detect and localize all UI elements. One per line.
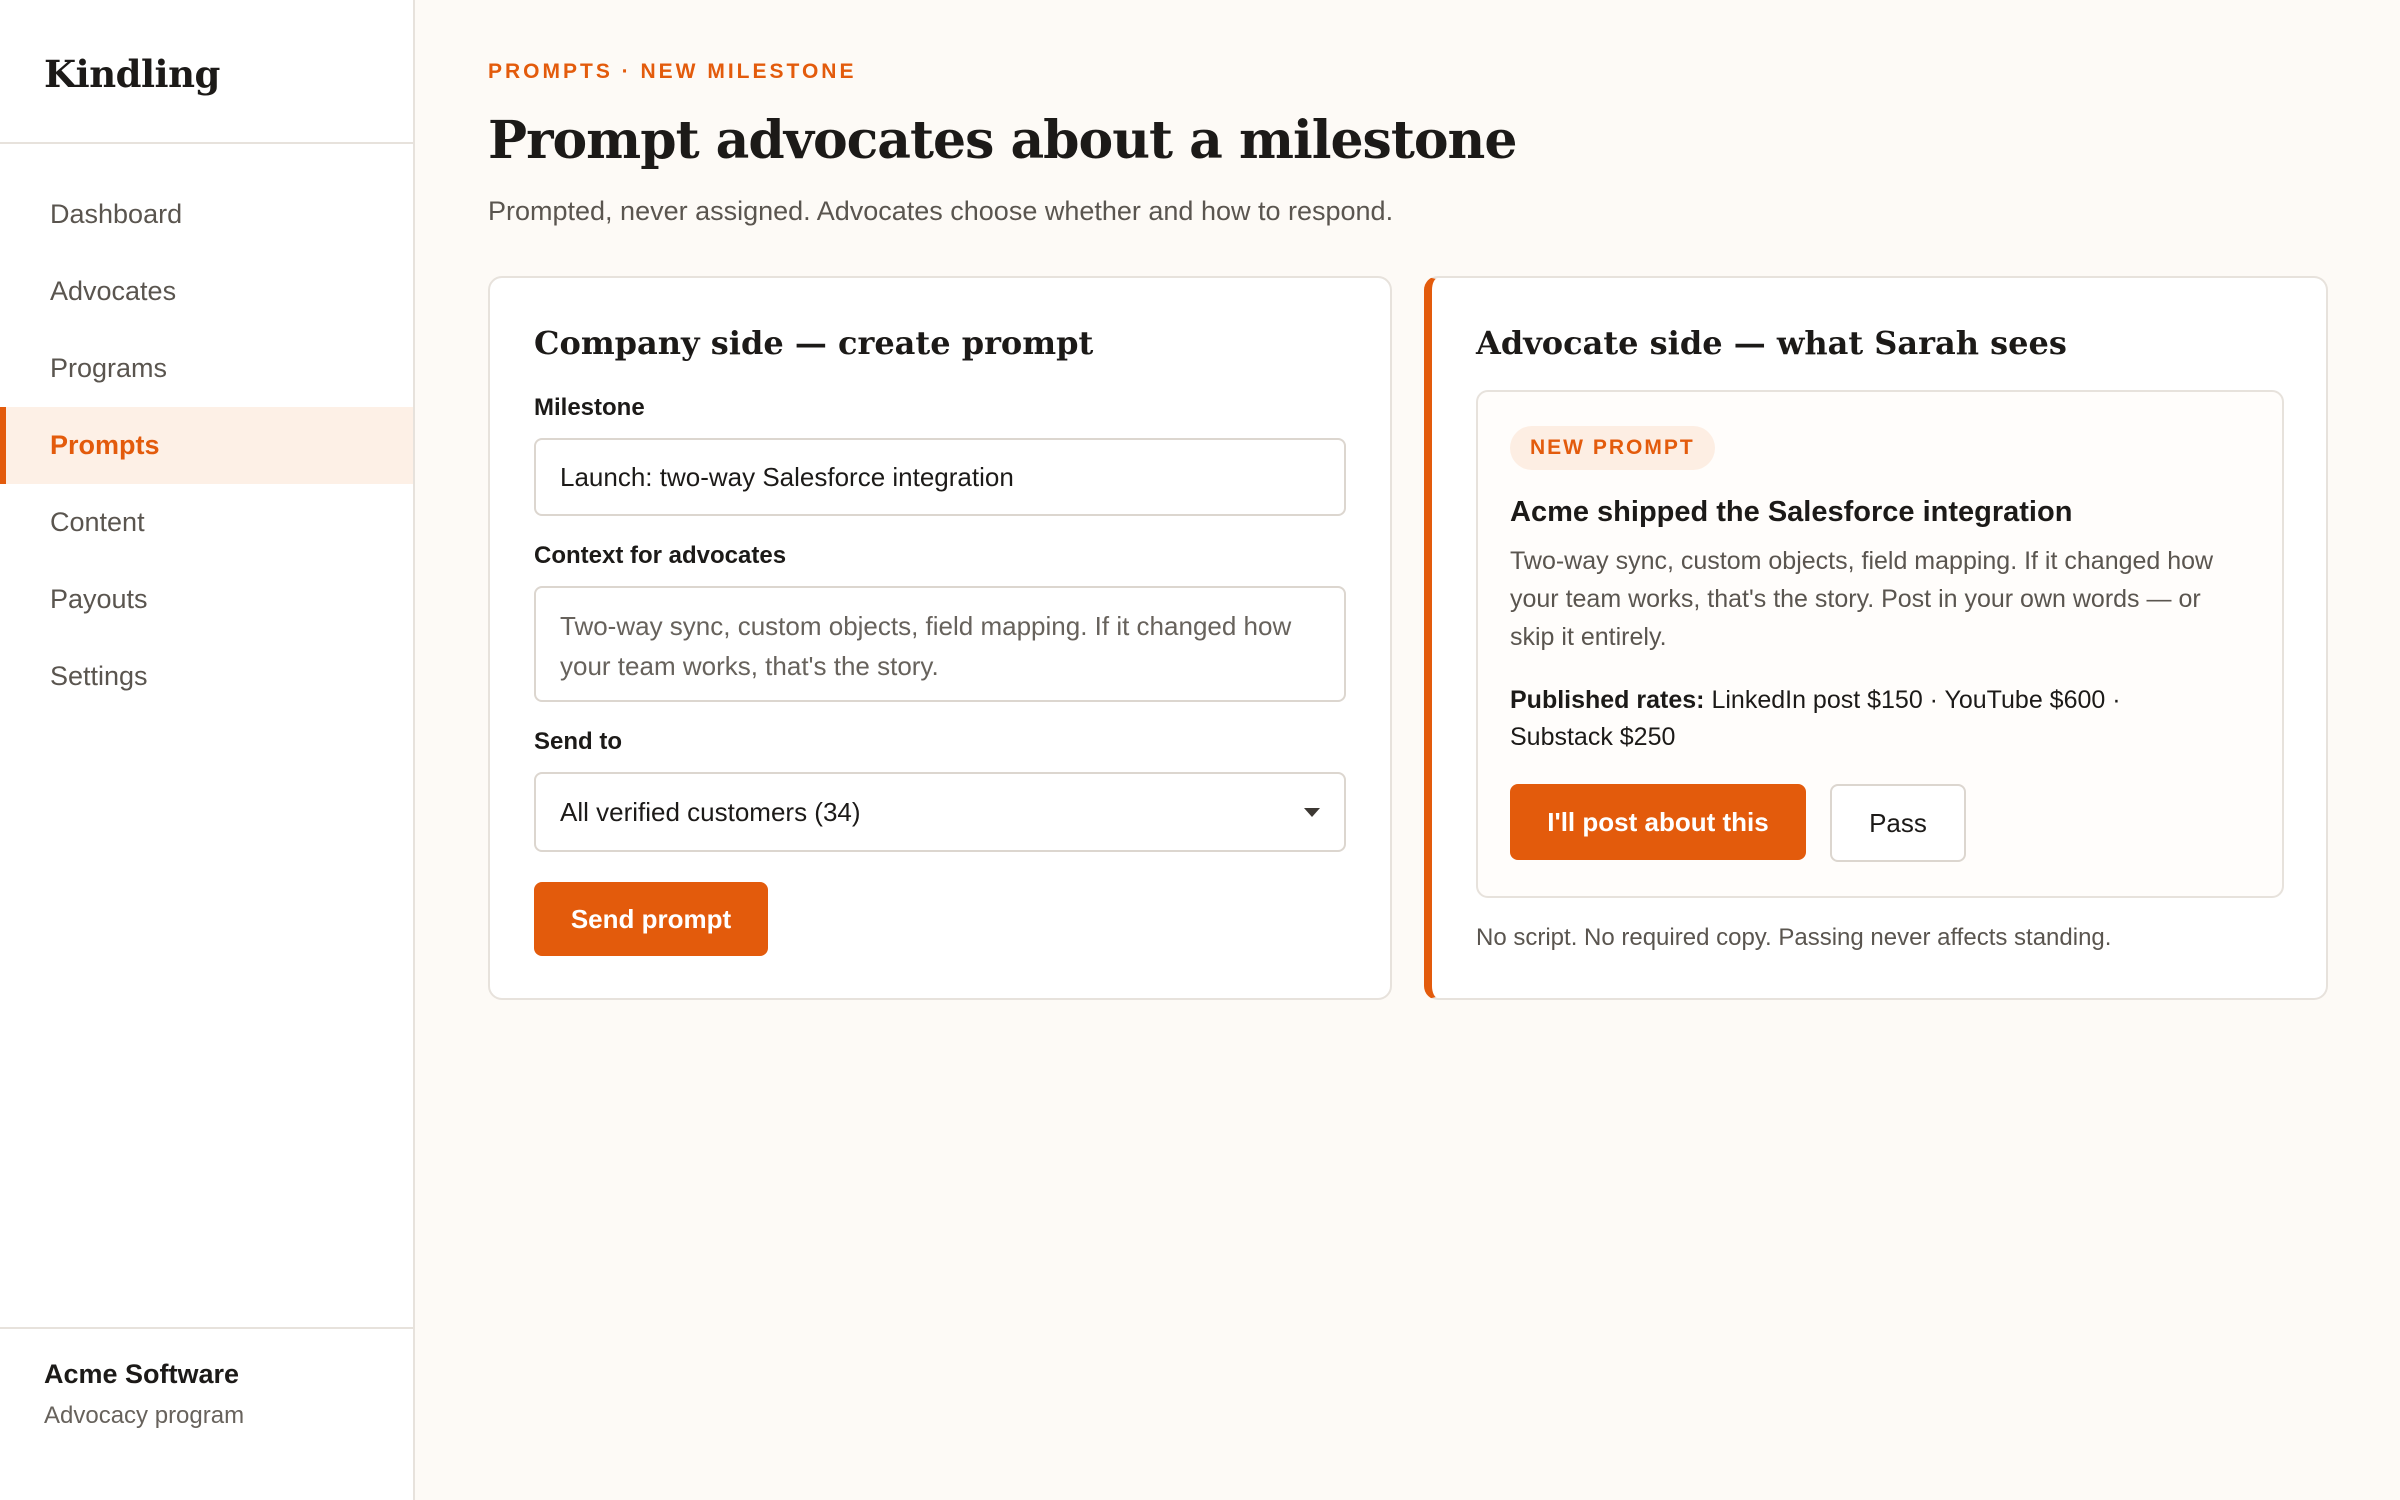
company-prompt-card: Company side — create prompt Milestone L… [488,276,1392,1000]
pass-button[interactable]: Pass [1830,784,1966,862]
sidebar-item-programs[interactable]: Programs [0,330,413,407]
context-textarea[interactable]: Two-way sync, custom objects, field mapp… [534,586,1346,702]
org-subtitle: Advocacy program [44,1402,245,1429]
sidebar-nav: Dashboard Advocates Programs Prompts Con… [0,176,413,715]
org-switcher[interactable]: Acme Software Advocacy program [0,1327,413,1500]
advocate-footnote: No script. No required copy. Passing nev… [1476,924,2112,951]
app-logo: Kindling [0,0,413,144]
send-to-select[interactable]: All verified customers (34) [534,772,1346,852]
sidebar-item-payouts[interactable]: Payouts [0,561,413,638]
post-about-this-button[interactable]: I'll post about this [1510,784,1806,860]
new-prompt-badge: NEW PROMPT [1510,426,1715,470]
published-rates: Published rates: LinkedIn post $150 · Yo… [1510,682,2230,756]
milestone-label: Milestone [534,394,645,421]
prompt-title: Acme shipped the Salesforce integration [1510,496,2073,528]
send-to-label: Send to [534,728,622,755]
sidebar-item-advocates[interactable]: Advocates [0,253,413,330]
context-label: Context for advocates [534,542,787,569]
breadcrumb: PROMPTS · NEW MILESTONE [488,60,857,83]
advocate-card-title: Advocate side — what Sarah sees [1476,324,2067,362]
chevron-down-icon [1304,808,1320,817]
milestone-input[interactable]: Launch: two-way Salesforce integration [534,438,1346,516]
advocate-preview-card: Advocate side — what Sarah sees NEW PROM… [1424,276,2328,1000]
sidebar-item-prompts[interactable]: Prompts [0,407,413,484]
company-card-title: Company side — create prompt [534,324,1094,362]
send-to-value: All verified customers (34) [560,797,861,827]
rates-label: Published rates: [1510,686,1705,714]
sidebar-item-dashboard[interactable]: Dashboard [0,176,413,253]
org-name: Acme Software [44,1359,240,1389]
page-subtitle: Prompted, never assigned. Advocates choo… [488,196,1394,226]
prompt-preview: NEW PROMPT Acme shipped the Salesforce i… [1476,390,2284,898]
page-title: Prompt advocates about a milestone [488,110,1517,171]
sidebar-item-content[interactable]: Content [0,484,413,561]
sidebar: Kindling Dashboard Advocates Programs Pr… [0,0,415,1500]
prompt-body: Two-way sync, custom objects, field mapp… [1510,547,2214,651]
send-prompt-button[interactable]: Send prompt [534,882,768,956]
sidebar-item-settings[interactable]: Settings [0,638,413,715]
